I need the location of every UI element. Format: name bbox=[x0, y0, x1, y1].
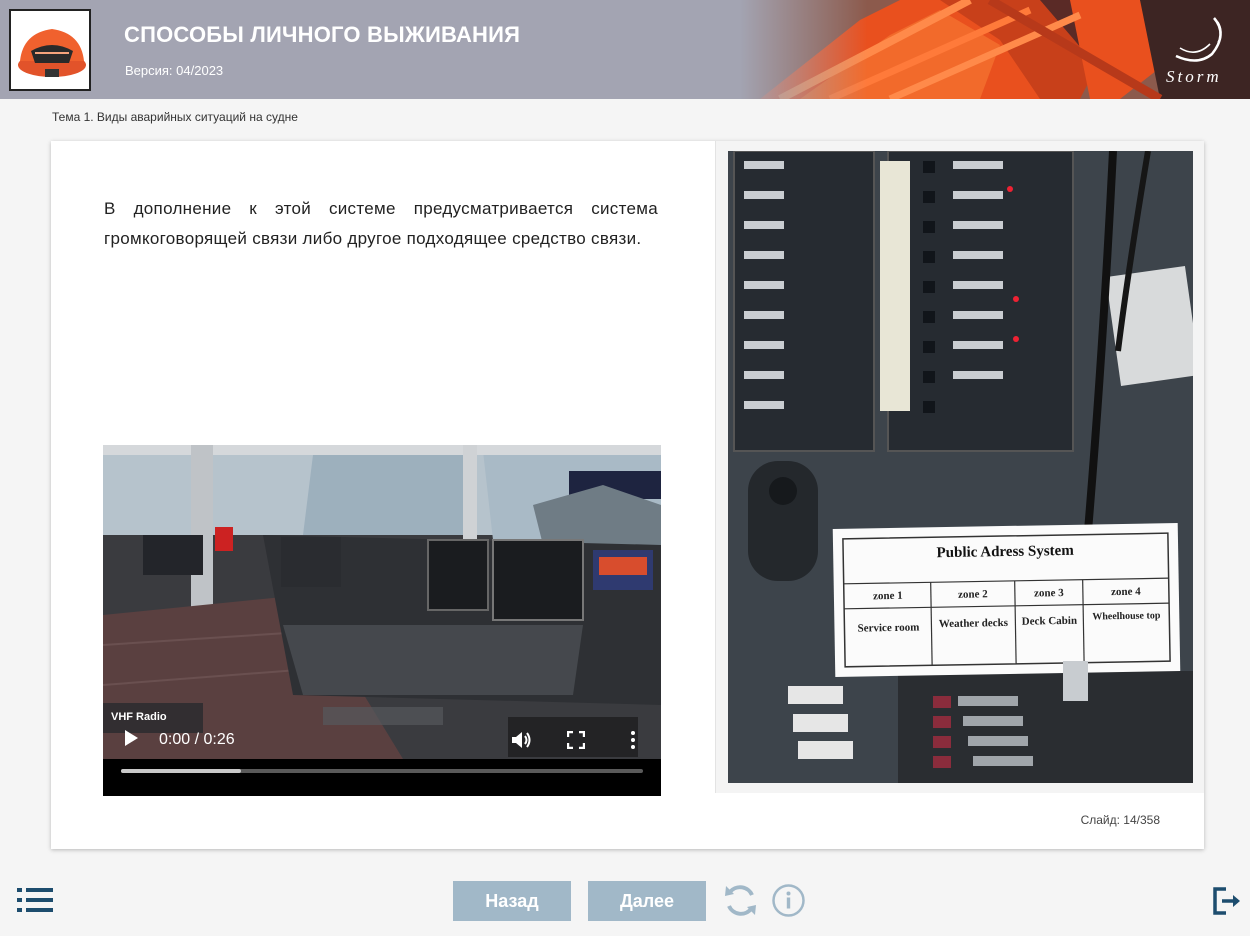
course-version: Версия: 04/2023 bbox=[125, 63, 224, 78]
video-player[interactable]: VHF Radio 0:00 / 0:26 bbox=[103, 445, 661, 796]
menu-list-icon[interactable] bbox=[17, 887, 55, 913]
pa-system-photo: Public Adress System zone 1 zone 2 zone … bbox=[728, 151, 1193, 783]
more-icon[interactable] bbox=[629, 730, 637, 750]
volume-icon[interactable] bbox=[511, 730, 533, 750]
pa-zone-cell: Wheelhouse top bbox=[1092, 610, 1161, 622]
slide-counter: Слайд: 14/358 bbox=[1080, 813, 1160, 827]
video-progress-bar[interactable] bbox=[121, 769, 643, 773]
slide-text: В дополнение к этой системе предусматрив… bbox=[104, 199, 658, 248]
raft-logo-icon bbox=[9, 9, 91, 91]
storm-logo-icon: Storm bbox=[1162, 14, 1232, 88]
fullscreen-icon[interactable] bbox=[566, 730, 586, 750]
exit-icon[interactable] bbox=[1212, 886, 1242, 916]
video-progress-fill bbox=[121, 769, 242, 773]
svg-text:Storm: Storm bbox=[1166, 67, 1222, 86]
video-time: 0:00 / 0:26 bbox=[159, 731, 235, 748]
header: СПОСОБЫ ЛИЧНОГО ВЫЖИВАНИЯ Версия: 04/202… bbox=[0, 0, 1250, 99]
pa-zone-header: zone 1 bbox=[873, 590, 903, 603]
pa-zone-cell: Weather decks bbox=[939, 617, 1009, 630]
pa-zone-cell: Service room bbox=[857, 622, 919, 635]
play-icon[interactable] bbox=[123, 729, 139, 752]
pa-zone-header: zone 2 bbox=[958, 588, 988, 601]
video-frame bbox=[103, 445, 661, 759]
next-button[interactable]: Далее bbox=[588, 881, 706, 921]
video-overlay-label: VHF Radio bbox=[111, 711, 167, 723]
photo-frame: Public Adress System zone 1 zone 2 zone … bbox=[716, 141, 1204, 793]
reload-icon[interactable] bbox=[722, 882, 759, 919]
pa-zone-header: zone 3 bbox=[1034, 587, 1064, 600]
info-icon[interactable] bbox=[771, 883, 806, 918]
pa-zone-cell: Deck Cabin bbox=[1022, 615, 1078, 628]
back-button[interactable]: Назад bbox=[453, 881, 571, 921]
course-title: СПОСОБЫ ЛИЧНОГО ВЫЖИВАНИЯ bbox=[124, 22, 521, 47]
pa-zone-header: zone 4 bbox=[1111, 586, 1141, 599]
slide-card: В дополнение к этой системе предусматрив… bbox=[51, 141, 1204, 849]
pa-table-title: Public Adress System bbox=[936, 543, 1074, 561]
breadcrumb: Тема 1. Виды аварийных ситуаций на судне bbox=[52, 110, 298, 124]
